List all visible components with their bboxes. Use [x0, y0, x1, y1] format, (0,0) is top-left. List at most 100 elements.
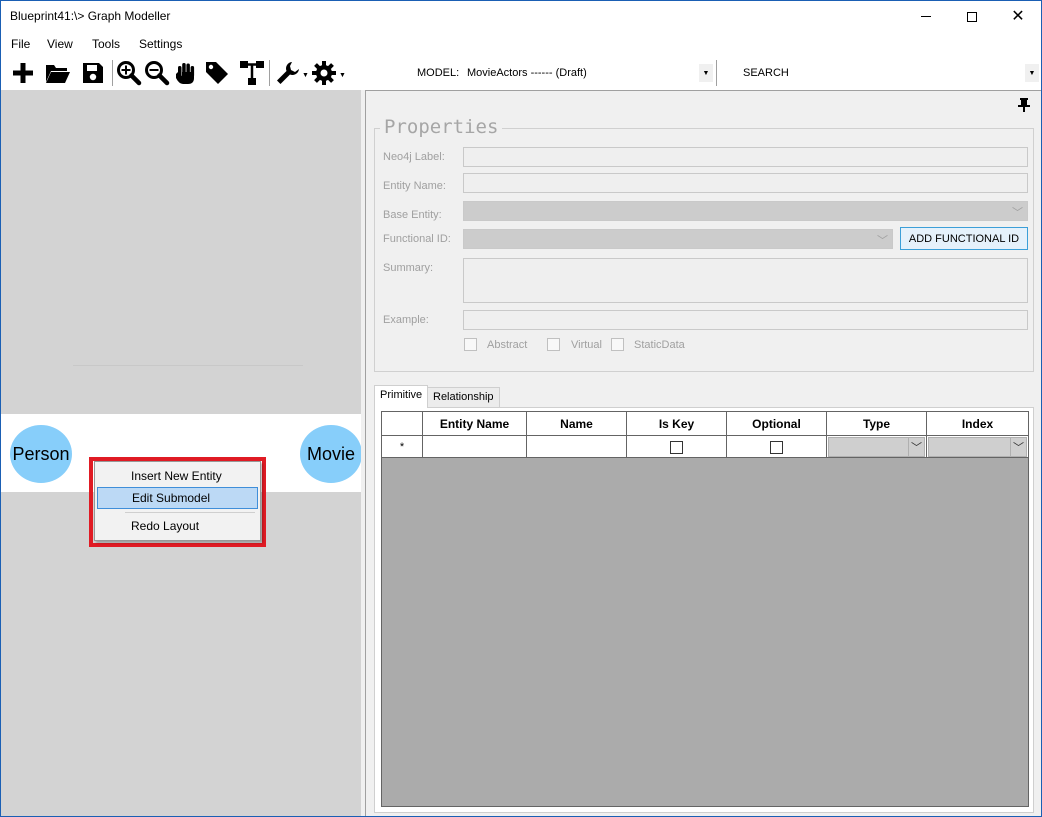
virtual-label: Virtual: [571, 339, 602, 351]
menu-redo-layout[interactable]: Redo Layout: [97, 515, 258, 537]
abstract-checkbox[interactable]: [464, 338, 477, 351]
staticdata-checkbox[interactable]: [611, 338, 624, 351]
maximize-icon: [967, 11, 977, 22]
tab-relationship[interactable]: Relationship: [427, 387, 500, 407]
model-dropdown-icon[interactable]: ▼: [699, 64, 713, 82]
chevron-down-icon: ﹀: [877, 235, 888, 247]
summary-field[interactable]: [463, 258, 1028, 303]
cell-is-key: [627, 436, 727, 458]
index-select[interactable]: ﹀: [928, 437, 1027, 457]
layout-button[interactable]: [237, 58, 267, 88]
pan-button[interactable]: [171, 58, 201, 88]
summary-label: Summary:: [383, 262, 434, 274]
table-row-new[interactable]: * ﹀ ﹀: [382, 436, 1028, 458]
node-person[interactable]: Person: [10, 425, 72, 483]
column-index[interactable]: Index: [927, 412, 1028, 436]
tab-primitive[interactable]: Primitive: [374, 385, 429, 408]
entity-name-label: Entity Name:: [383, 180, 446, 192]
wrench-icon: [277, 62, 299, 84]
cell-type: ﹀: [827, 436, 927, 458]
close-icon: ✕: [1011, 7, 1025, 25]
neo4j-label-field[interactable]: [463, 147, 1028, 167]
menu-settings[interactable]: Settings: [139, 37, 182, 51]
window-title: Blueprint41:\> Graph Modeller: [10, 9, 171, 23]
properties-panel: Properties Neo4j Label: Entity Name: Bas…: [365, 90, 1041, 816]
zoom-in-button[interactable]: [114, 58, 144, 88]
gear-icon: [312, 61, 336, 85]
functional-id-select[interactable]: ﹀: [463, 229, 893, 249]
tag-button[interactable]: [202, 58, 232, 88]
hierarchy-icon: [240, 61, 264, 85]
zoom-out-button[interactable]: [142, 58, 172, 88]
neo4j-label-label: Neo4j Label:: [383, 151, 445, 163]
chevron-down-icon: ﹀: [1010, 438, 1026, 456]
example-label: Example:: [383, 314, 429, 326]
type-select[interactable]: ﹀: [828, 437, 925, 457]
primitive-grid[interactable]: Entity Name Name Is Key Optional Type In…: [381, 411, 1029, 807]
menu-view[interactable]: View: [47, 37, 73, 51]
grid-header: Entity Name Name Is Key Optional Type In…: [382, 412, 1028, 436]
minimize-icon: [921, 16, 931, 17]
chevron-down-icon: ﹀: [1012, 207, 1023, 219]
cell-name[interactable]: [527, 436, 627, 458]
pin-icon[interactable]: [1016, 97, 1032, 113]
toolbar-separator: [269, 60, 270, 86]
tools-button[interactable]: [273, 58, 303, 88]
save-button[interactable]: [78, 58, 108, 88]
virtual-checkbox[interactable]: [547, 338, 560, 351]
menu-file[interactable]: File: [11, 37, 30, 51]
base-entity-label: Base Entity:: [383, 209, 442, 221]
toolbar-separator: [112, 60, 113, 86]
toolbar-separator: [716, 60, 717, 86]
abstract-label: Abstract: [487, 339, 528, 351]
toolbar: ▼ ▼ MODEL: MovieActors ------ (Draft) ▼ …: [1, 56, 1041, 90]
column-entity-name[interactable]: Entity Name: [423, 412, 527, 436]
row-header: *: [382, 436, 423, 458]
relationship-edge[interactable]: [73, 365, 303, 366]
menu-separator: [125, 512, 255, 513]
menu-bar: File View Tools Settings: [1, 32, 1041, 56]
zoom-out-icon: [145, 61, 170, 86]
settings-button[interactable]: [309, 58, 339, 88]
search-dropdown-icon[interactable]: ▼: [1025, 64, 1039, 82]
model-label: MODEL:: [417, 67, 460, 79]
hand-icon: [176, 63, 195, 84]
add-functional-id-button[interactable]: ADD FUNCTIONAL ID: [900, 227, 1028, 250]
chevron-down-icon: ﹀: [908, 438, 924, 456]
tag-icon: [206, 62, 228, 84]
example-field[interactable]: [463, 310, 1028, 330]
node-movie[interactable]: Movie: [300, 425, 362, 483]
settings-dropdown-caret[interactable]: ▼: [339, 72, 346, 79]
menu-insert-new-entity[interactable]: Insert New Entity: [97, 465, 258, 487]
optional-checkbox[interactable]: [770, 440, 783, 454]
close-button[interactable]: ✕: [995, 1, 1041, 32]
is-key-checkbox[interactable]: [670, 440, 683, 454]
cell-entity-name[interactable]: [423, 436, 527, 458]
menu-tools[interactable]: Tools: [92, 37, 120, 51]
tools-dropdown-caret[interactable]: ▼: [302, 72, 309, 79]
base-entity-select[interactable]: ﹀: [463, 201, 1028, 221]
new-row-marker: *: [399, 441, 405, 453]
column-optional[interactable]: Optional: [727, 412, 827, 436]
entity-name-field[interactable]: [463, 173, 1028, 193]
menu-edit-submodel[interactable]: Edit Submodel: [97, 487, 258, 509]
app-window: Blueprint41:\> Graph Modeller ✕ File Vie…: [0, 0, 1042, 817]
maximize-button[interactable]: [949, 1, 995, 32]
add-icon: [13, 63, 33, 83]
properties-title: Properties: [380, 116, 503, 138]
open-button[interactable]: [43, 58, 73, 88]
column-name[interactable]: Name: [527, 412, 627, 436]
search-input[interactable]: SEARCH: [743, 67, 789, 79]
add-button[interactable]: [8, 58, 38, 88]
cell-index: ﹀: [927, 436, 1028, 458]
minimize-button[interactable]: [903, 1, 949, 32]
functional-id-label: Functional ID:: [383, 233, 451, 245]
grid-header-corner: [382, 412, 423, 436]
column-type[interactable]: Type: [827, 412, 927, 436]
staticdata-label: StaticData: [634, 339, 685, 351]
column-is-key[interactable]: Is Key: [627, 412, 727, 436]
title-bar: Blueprint41:\> Graph Modeller ✕: [1, 1, 1041, 32]
zoom-in-icon: [117, 61, 142, 86]
cell-optional: [727, 436, 827, 458]
model-select[interactable]: MovieActors ------ (Draft): [467, 67, 587, 79]
